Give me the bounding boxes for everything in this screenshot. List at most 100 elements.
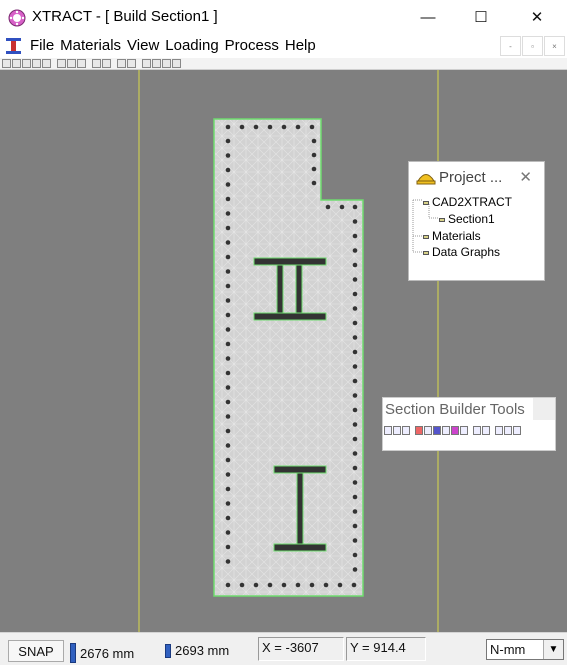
child-close-button[interactable]: × — [544, 36, 565, 56]
grid-tool-icon[interactable] — [504, 426, 512, 435]
minimize-button[interactable]: — — [405, 0, 451, 34]
hardhat-icon — [416, 174, 436, 185]
shape-icon[interactable] — [433, 426, 441, 435]
drawing-canvas[interactable]: Project ... ✕ CAD2XTRACT Section1 Materi… — [0, 70, 567, 632]
new-icon[interactable] — [2, 59, 11, 68]
tree-item-materials[interactable]: Materials — [423, 228, 481, 244]
close-button[interactable]: ✕ — [514, 0, 560, 34]
title-bar: XTRACT - [ Build Section1 ] — ☐ ✕ — [0, 0, 567, 34]
units-value: N-mm — [490, 642, 526, 657]
width-readout: 2676 mm — [70, 643, 134, 663]
rebar-dot — [352, 349, 358, 355]
rebar-dot — [225, 515, 231, 521]
rebar-dot — [352, 509, 358, 514]
menu-process[interactable]: Process — [222, 37, 282, 54]
menu-materials[interactable]: Materials — [57, 37, 124, 54]
rebar-dot — [225, 385, 231, 390]
rebar-dot — [253, 582, 259, 588]
document-icon[interactable] — [172, 59, 181, 68]
rebar-dot — [352, 204, 358, 210]
main-toolbar — [0, 58, 567, 70]
xtract-logo-icon — [8, 9, 26, 27]
user-icon[interactable] — [102, 59, 111, 68]
hardhat-icon[interactable] — [92, 59, 101, 68]
rebar-dot — [352, 422, 358, 427]
project-panel-close-button[interactable]: ✕ — [519, 168, 532, 186]
rebar-dot — [225, 370, 231, 376]
open-icon[interactable] — [12, 59, 21, 68]
node-icon — [423, 250, 429, 255]
section-builder-title: Section Builder Tools — [385, 401, 525, 418]
rebar-dot — [225, 544, 231, 550]
section-builder-close-button[interactable] — [533, 398, 555, 420]
rebar-dot — [239, 124, 245, 130]
rebar-dot — [225, 486, 231, 492]
select-icon[interactable] — [424, 426, 432, 435]
rotate-icon[interactable] — [473, 426, 481, 435]
rebar-dot — [309, 582, 315, 588]
snap-button[interactable]: SNAP — [8, 640, 64, 662]
tree-item-cad2xtract[interactable]: CAD2XTRACT — [423, 194, 512, 210]
menu-view[interactable]: View — [124, 37, 162, 54]
chevron-down-icon[interactable]: ▼ — [543, 640, 563, 659]
section-outline — [213, 118, 364, 597]
menu-help[interactable]: Help — [282, 37, 319, 54]
export-icon[interactable] — [495, 426, 503, 435]
line-icon[interactable] — [77, 59, 86, 68]
rebar-dot — [225, 153, 231, 158]
dropdown-arrow-icon[interactable] — [127, 59, 136, 68]
zoom-out-icon[interactable] — [393, 426, 401, 435]
square-icon[interactable] — [162, 59, 171, 68]
function-icon[interactable] — [117, 59, 126, 68]
key-icon[interactable] — [42, 59, 51, 68]
maximize-button[interactable]: ☐ — [458, 0, 504, 34]
rebar-dot — [225, 240, 231, 245]
settings-tool-icon[interactable] — [513, 426, 521, 435]
rebar-dot — [225, 327, 231, 332]
rebar-dot — [325, 204, 331, 210]
window-title: XTRACT - [ Build Section1 ] — [32, 8, 218, 25]
chart-icon[interactable] — [67, 59, 76, 68]
i-beam-icon[interactable] — [415, 426, 423, 435]
save-icon[interactable] — [22, 59, 31, 68]
grid-icon[interactable] — [32, 59, 41, 68]
rebar-dot — [352, 494, 358, 500]
table-icon[interactable] — [57, 59, 66, 68]
rebar-dot — [352, 436, 358, 442]
rebar-dot — [225, 167, 231, 173]
tree-item-section1[interactable]: Section1 — [439, 211, 495, 227]
rebar-dot — [352, 233, 358, 239]
units-select[interactable]: N-mm ▼ — [486, 639, 564, 660]
rebar-dot — [225, 182, 231, 187]
vertical-dimension-icon — [70, 643, 76, 663]
menu-loading[interactable]: Loading — [162, 37, 221, 54]
rebar-dot — [225, 138, 231, 144]
rebar-dot — [225, 559, 231, 564]
child-restore-button[interactable]: ▫ — [522, 36, 543, 56]
rebar-dot — [352, 248, 358, 253]
x-coordinate: X = -3607 — [258, 637, 344, 661]
rebar-dot — [225, 225, 231, 231]
undo-icon[interactable] — [482, 426, 490, 435]
child-minimize-button[interactable]: - — [500, 36, 521, 56]
mesh-icon[interactable] — [460, 426, 468, 435]
dots-icon[interactable] — [442, 426, 450, 435]
pencil-icon[interactable] — [142, 59, 151, 68]
rebar-dot — [267, 582, 273, 588]
rebar-dot — [225, 196, 231, 202]
menu-file[interactable]: File — [27, 37, 57, 54]
circle-icon[interactable] — [152, 59, 161, 68]
rebar-dot — [225, 312, 231, 318]
horizontal-dimension-icon — [165, 643, 171, 658]
section-drawing — [138, 70, 439, 632]
rebar-dot — [295, 582, 301, 588]
rebar-dot — [352, 393, 358, 398]
fill-icon[interactable] — [451, 426, 459, 435]
rebar-dot — [225, 341, 231, 347]
zoom-in-icon[interactable] — [384, 426, 392, 435]
rebar-dot — [352, 480, 358, 485]
section-doc-icon[interactable] — [5, 37, 22, 55]
rebar-dot — [351, 582, 357, 588]
zoom-fit-icon[interactable] — [402, 426, 410, 435]
tree-item-data-graphs[interactable]: Data Graphs — [423, 244, 500, 260]
